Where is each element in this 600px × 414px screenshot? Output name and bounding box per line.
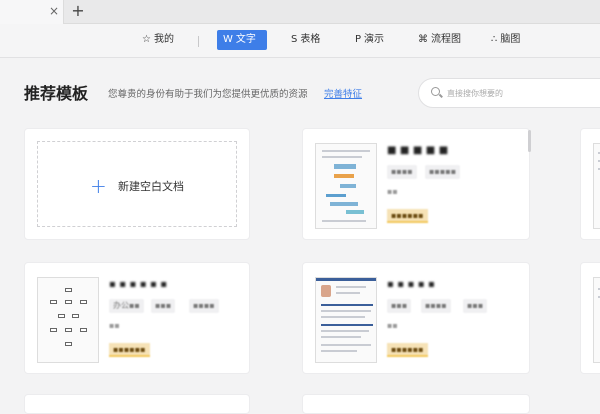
complete-profile-link[interactable]: 完善特征 — [324, 86, 362, 100]
tab-strip: × + — [0, 0, 600, 24]
template-price-tag: ▪▪▪▪▪▪ — [387, 209, 428, 223]
template-tag: ▪▪▪▪ — [387, 165, 417, 179]
template-tag: ▪▪▪ — [151, 299, 176, 313]
template-card[interactable]: ▪ ▪ ▪ ▪ ▪ ▪ 办公▪▪ ▪▪▪ ▪▪▪▪ ▪▪ ▪▪▪▪▪▪ — [24, 262, 250, 374]
template-tag: ▪▪▪▪ — [421, 299, 451, 313]
template-price-tag: ▪▪▪▪▪▪ — [109, 343, 150, 357]
template-tag: ▪▪▪ — [387, 299, 412, 313]
category-divider — [198, 36, 199, 47]
category-mindmap[interactable]: ∴ 脑图 — [485, 30, 526, 50]
new-tab-icon[interactable]: + — [70, 3, 86, 19]
template-card-partial[interactable] — [302, 394, 530, 414]
search-box[interactable] — [418, 78, 600, 108]
template-card[interactable]: ■ ■ ■ ■ ■ ▪▪▪▪ ▪▪▪▪▪ ▪▪ ▪▪▪▪▪▪ — [302, 128, 530, 240]
template-title: ■ ■ ■ ■ ■ — [387, 145, 449, 156]
section-subtitle: 您尊贵的身份有助于我们为您提供更优质的资源 — [108, 89, 308, 100]
tab-current[interactable]: × — [0, 0, 64, 24]
flowchart-icon: ⌘ — [418, 34, 428, 45]
template-thumbnail — [315, 277, 377, 363]
template-tag: 办公▪▪ — [109, 299, 144, 313]
category-word[interactable]: W 文字 — [217, 30, 267, 50]
category-label: 表格 — [300, 34, 321, 45]
template-thumbnail — [593, 277, 600, 363]
section-title: 推荐模板 — [24, 84, 89, 103]
search-input[interactable] — [447, 86, 600, 100]
plus-icon: + — [90, 174, 107, 198]
template-thumbnail — [593, 143, 600, 229]
category-label: 演示 — [364, 34, 385, 45]
template-card-partial[interactable] — [580, 128, 600, 240]
template-thumbnail — [315, 143, 377, 229]
template-card-partial[interactable] — [580, 262, 600, 374]
search-icon — [431, 87, 440, 96]
sheet-icon: S — [291, 34, 298, 45]
word-icon: W — [223, 34, 233, 45]
template-meta: ▪▪ — [387, 187, 398, 196]
template-price-tag: ▪▪▪▪▪▪ — [387, 343, 428, 357]
mindmap-icon: ∴ — [491, 34, 498, 45]
category-sheet[interactable]: S 表格 — [285, 30, 326, 50]
template-meta: ▪▪ — [387, 321, 398, 330]
template-card[interactable]: ▪ ▪ ▪ ▪ ▪ ▪▪▪ ▪▪▪▪ ▪▪▪ ▪▪ ▪▪▪▪▪▪ — [302, 262, 530, 374]
template-tag: ▪▪▪▪ — [189, 299, 219, 313]
category-label: 文字 — [235, 34, 256, 45]
card-scrollbar[interactable] — [528, 130, 531, 152]
category-presentation[interactable]: P 演示 — [349, 30, 390, 50]
template-title: ▪ ▪ ▪ ▪ ▪ ▪ — [109, 279, 168, 290]
category-label: 流程图 — [431, 34, 461, 45]
template-thumbnail — [37, 277, 99, 363]
category-label: 我的 — [153, 34, 174, 45]
template-tag: ▪▪▪ — [463, 299, 488, 313]
category-mine[interactable]: ☆ 我的 — [136, 30, 180, 50]
category-bar: ☆ 我的 W 文字 S 表格 P 演示 ⌘ 流程图 ∴ 脑图 — [0, 24, 600, 58]
new-doc-label: 新建空白文档 — [118, 180, 184, 193]
category-label: 脑图 — [500, 34, 521, 45]
star-icon: ☆ — [142, 34, 151, 45]
template-tag: ▪▪▪▪▪ — [425, 165, 461, 179]
presentation-icon: P — [355, 34, 362, 45]
category-flowchart[interactable]: ⌘ 流程图 — [412, 30, 467, 50]
close-icon[interactable]: × — [47, 4, 61, 18]
template-title: ▪ ▪ ▪ ▪ ▪ — [387, 279, 435, 290]
template-card-partial[interactable] — [24, 394, 250, 414]
template-meta: ▪▪ — [109, 321, 120, 330]
